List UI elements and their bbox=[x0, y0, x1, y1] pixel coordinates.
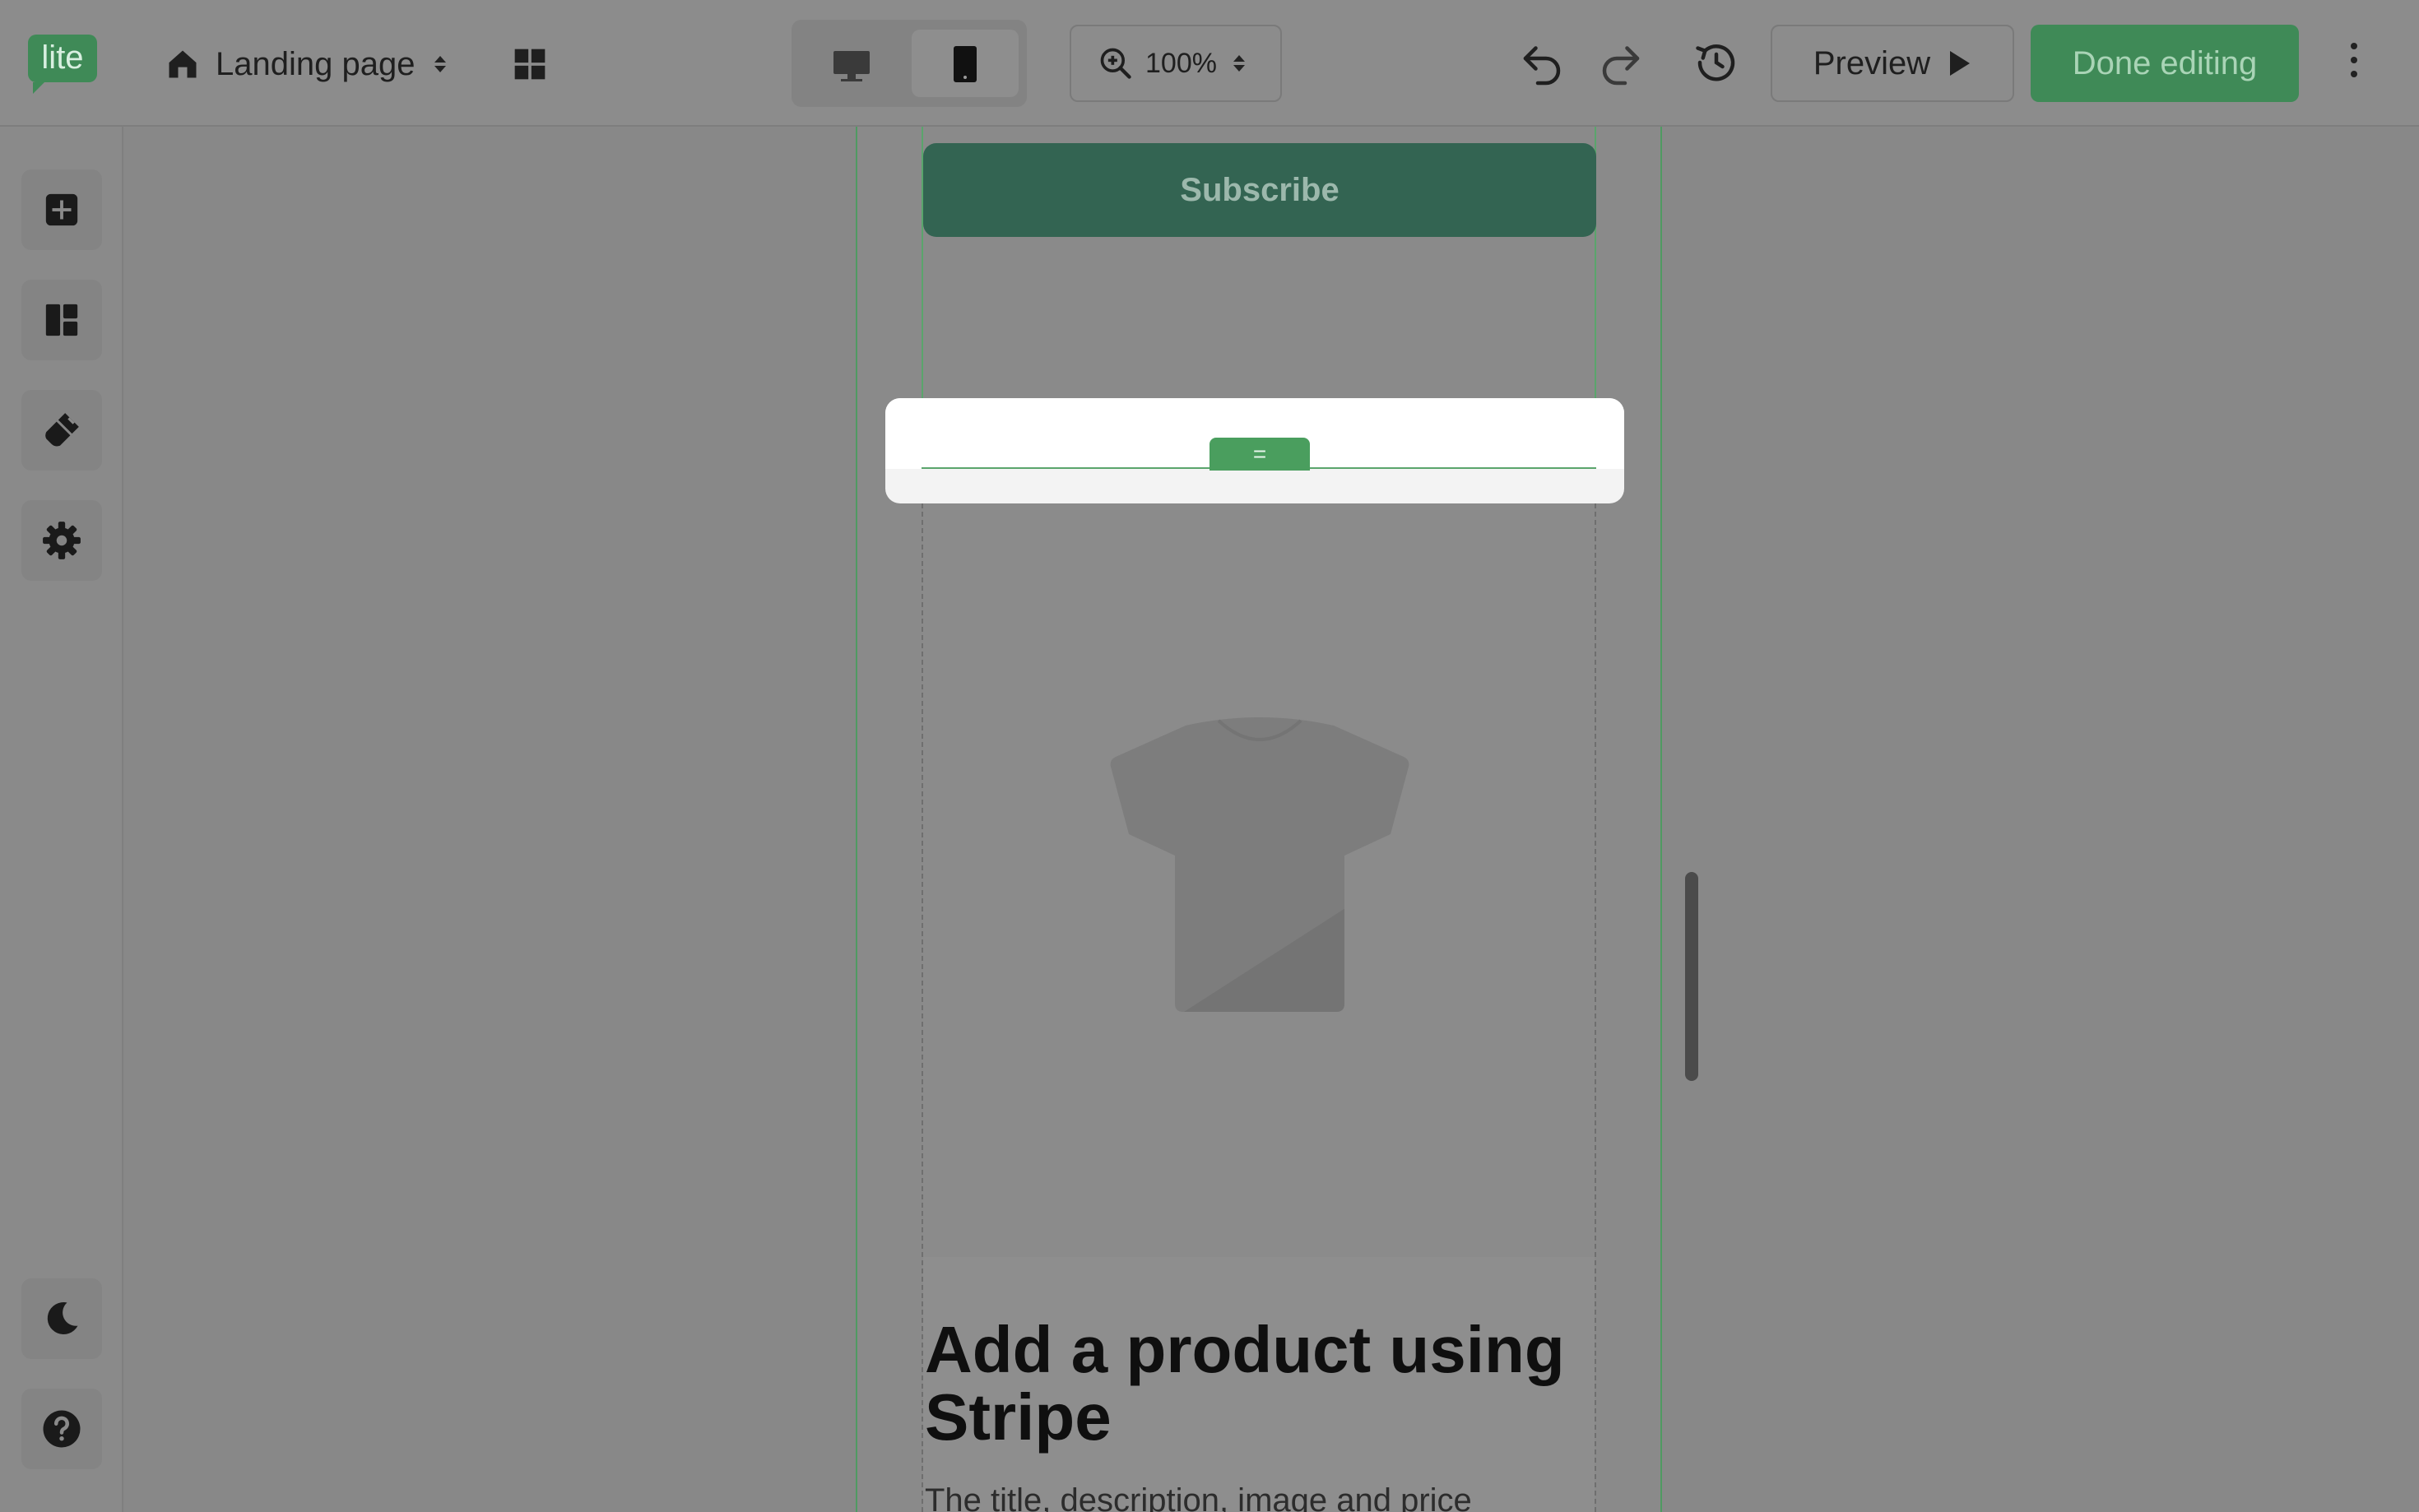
subscribe-button[interactable]: Subscribe bbox=[923, 143, 1596, 237]
sidebar-item-help[interactable] bbox=[21, 1389, 102, 1469]
sidebar-item-add[interactable] bbox=[21, 169, 102, 250]
canvas-frame-right bbox=[1660, 127, 1662, 1512]
chevron-updown-icon bbox=[434, 56, 447, 72]
grid-icon[interactable] bbox=[512, 46, 548, 82]
desktop-icon bbox=[833, 51, 870, 81]
subscribe-label: Subscribe bbox=[1180, 171, 1340, 208]
help-icon bbox=[43, 1410, 81, 1448]
history-icon[interactable] bbox=[1692, 38, 1741, 87]
page-selector[interactable]: Landing page bbox=[165, 39, 447, 89]
page-selector-label: Landing page bbox=[216, 45, 416, 82]
play-icon bbox=[1950, 51, 1971, 76]
paint-brush-icon bbox=[45, 413, 79, 447]
layout-icon bbox=[45, 304, 78, 336]
home-icon bbox=[169, 50, 197, 78]
drag-handle-icon: = bbox=[1252, 441, 1267, 466]
zoom-in-icon bbox=[1100, 48, 1131, 79]
zoom-value: 100% bbox=[1145, 47, 1217, 79]
chevron-updown-icon bbox=[1233, 55, 1245, 72]
app-logo[interactable]: lite bbox=[28, 35, 97, 94]
canvas-scrollbar[interactable] bbox=[1685, 872, 1698, 1081]
device-toggle bbox=[792, 20, 1027, 107]
done-editing-label: Done editing bbox=[2072, 44, 2258, 81]
sidebar-item-settings[interactable] bbox=[21, 500, 102, 581]
top-toolbar: lite Landing page 100% Preview Done edit… bbox=[0, 0, 2419, 127]
done-editing-button[interactable]: Done editing bbox=[2031, 25, 2299, 102]
sidebar-item-dark-mode[interactable] bbox=[21, 1278, 102, 1359]
canvas-frame-left bbox=[856, 127, 857, 1512]
sidebar-item-layout[interactable] bbox=[21, 280, 102, 360]
mobile-icon bbox=[954, 46, 977, 82]
undo-icon[interactable] bbox=[1517, 38, 1567, 87]
desktop-view-button[interactable] bbox=[798, 30, 905, 97]
preview-button[interactable]: Preview bbox=[1771, 25, 2014, 102]
preview-button-label: Preview bbox=[1813, 44, 1931, 81]
section-resize-handle[interactable]: = bbox=[1210, 438, 1310, 471]
sidebar-item-styles[interactable] bbox=[21, 390, 102, 471]
zoom-selector[interactable]: 100% bbox=[1070, 25, 1282, 102]
product-section-outline bbox=[922, 503, 1596, 1512]
gear-icon bbox=[43, 522, 81, 559]
logo-text: lite bbox=[41, 39, 84, 76]
left-sidebar bbox=[0, 127, 123, 1512]
kebab-icon[interactable] bbox=[2342, 43, 2366, 84]
moon-icon bbox=[47, 1302, 78, 1335]
redo-icon[interactable] bbox=[1596, 38, 1646, 87]
mobile-view-button[interactable] bbox=[912, 30, 1019, 97]
plus-square-icon bbox=[45, 193, 78, 226]
